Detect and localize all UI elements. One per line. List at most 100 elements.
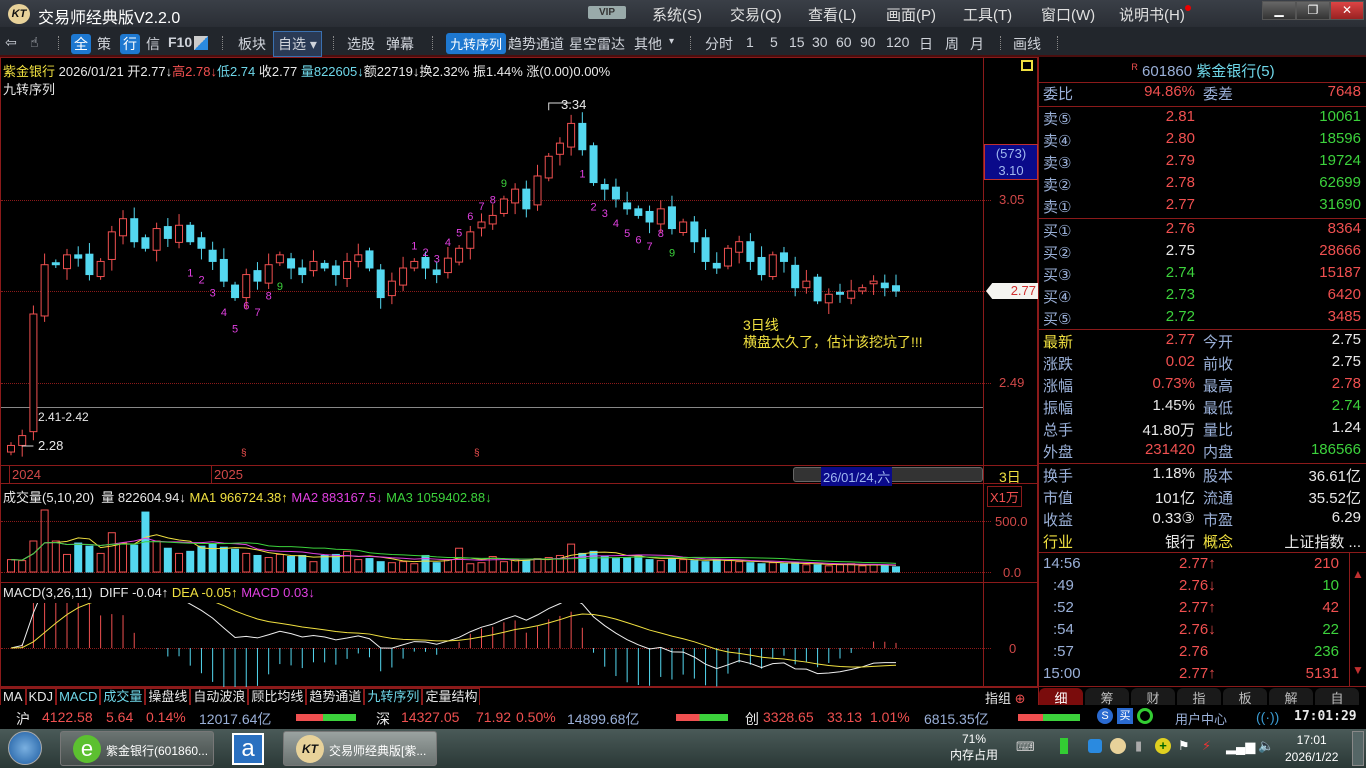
keyboard-icon[interactable]: ⌨ [1016,739,1035,755]
toolbar-strategy[interactable]: 策 [97,34,111,54]
tab-macd[interactable]: MACD [56,688,101,706]
volume-bar [309,561,318,573]
toolbar-barrage[interactable]: 弹幕 [386,34,414,54]
toolbar-f10[interactable]: F10 [168,34,192,50]
toolbar-all[interactable]: 全 [71,34,91,54]
watchlist-dropdown[interactable]: 自选 ▾ [273,31,322,57]
period-120[interactable]: 120 [886,34,909,50]
period-90[interactable]: 90 [860,34,876,50]
bid-price: 2.72 [1165,308,1195,325]
add-icon[interactable]: ⊕ [1015,691,1026,706]
candle-body [813,276,822,302]
vip-badge[interactable]: VIP [588,6,626,19]
taskbar-browser[interactable]: e 紫金银行(601860... [60,731,214,766]
menu-tools[interactable]: 工具(T) [963,4,1012,25]
bid-price: 2.74 [1165,264,1195,281]
tick-scrollbar[interactable]: ▲ ▼ [1349,553,1366,686]
volume-y-tick: 0.0 [1003,565,1022,580]
volume-bar [421,554,430,573]
candle-body [835,291,844,295]
toolbar-screener[interactable]: 选股 [347,34,375,54]
show-desktop-button[interactable] [1352,731,1364,766]
scroll-up-icon[interactable]: ▲ [1350,567,1366,581]
toolbar-td-sequence[interactable]: 九转序列 [446,33,507,54]
power-icon[interactable]: ⚡ [1202,738,1211,754]
kline-chart-area[interactable]: 紫金银行 2026/01/21 开2.77↓高2.78↓低2.74 收2.77 … [0,57,1038,688]
other-dropdown-icon[interactable]: ▾ [669,36,674,47]
tab-ma[interactable]: MA [0,688,26,706]
candle-body [365,250,374,269]
refresh-icon[interactable] [1137,708,1153,724]
volume-icon[interactable]: 🔈 [1258,738,1274,754]
tab-auto-wave[interactable]: 自动波浪 [190,688,249,706]
toggle-panel-icon[interactable] [1021,60,1033,71]
system-clock[interactable]: 17:01 2026/1/22 [1285,732,1338,766]
volume-bar [298,554,307,573]
period-15[interactable]: 15 [789,34,805,50]
tab-trend-channel[interactable]: 趋势通道 [306,688,365,706]
toolbar-other[interactable]: 其他 [634,34,662,54]
toolbar-radar[interactable]: 星空雷达 [569,34,625,54]
scroll-down-icon[interactable]: ▼ [1350,663,1366,677]
tick-volume: 236 [1313,643,1339,660]
tab-quant-structure[interactable]: 定量结构 [422,688,481,706]
menu-help[interactable]: 说明书(H) [1119,4,1185,25]
toolbar-info[interactable]: 信 [146,34,160,54]
note-text: 横盘太久了，估计该挖坑了!!! [743,334,923,350]
toolbar-quote[interactable]: 行 [120,34,140,54]
menu-window[interactable]: 窗口(W) [1041,4,1095,25]
hand-pointer-icon[interactable]: ☝ [30,34,39,51]
ask-price: 2.81 [1165,108,1195,125]
period-month[interactable]: 月 [970,34,984,54]
s-icon[interactable]: S [1097,708,1113,724]
tray-plus-icon[interactable]: + [1155,738,1171,754]
window-layout-icon[interactable] [194,36,208,50]
ask-volume: 31690 [1319,196,1361,213]
tab-trading-line[interactable]: 操盘线 [145,688,191,706]
period-day[interactable]: 日 [919,34,933,54]
close-button[interactable]: ✕ [1330,1,1364,20]
period-60[interactable]: 60 [836,34,852,50]
index-name: 深 [376,711,390,727]
back-icon[interactable]: ⇦ [5,34,17,51]
network-device-icon[interactable]: ▮ [1135,738,1142,754]
start-button[interactable] [8,731,42,765]
candle-body [197,237,206,249]
maximize-button[interactable]: ❐ [1296,1,1330,20]
tab-kdj[interactable]: KDJ [25,688,57,706]
period-label[interactable]: 3日 [999,467,1021,487]
toolbar-sector[interactable]: 板块 [238,34,266,54]
menu-screen[interactable]: 画面(P) [886,4,936,25]
buy-icon[interactable]: 买 [1117,708,1133,724]
period-1[interactable]: 1 [746,34,754,50]
taskbar-trader-app[interactable]: KT 交易师经典版[紫... [283,731,437,766]
menu-trade[interactable]: 交易(Q) [730,4,782,25]
updown-ratio-bar [296,714,356,721]
menu-view[interactable]: 查看(L) [808,4,856,25]
tab-volume[interactable]: 成交量 [100,688,146,706]
tab-guppy[interactable]: 顾比均线 [248,688,307,706]
toolbar-draw[interactable]: 画线 [1013,34,1041,54]
usb-icon[interactable] [1060,738,1068,754]
tab-td-sequence[interactable]: 九转序列 [364,688,423,706]
signal-bars-icon[interactable]: ▂▄▆ [1226,739,1255,755]
td-sequence-mark: 6 [635,234,641,246]
stat-label: 股本 [1203,468,1234,485]
candle-body [466,231,475,249]
menu-system[interactable]: 系统(S) [652,4,702,25]
tray-kt-icon[interactable] [1110,738,1126,754]
volume-bar [623,557,632,573]
toolbar-trend-channel[interactable]: 趋势通道 [508,34,564,54]
period-30[interactable]: 30 [812,34,828,50]
flag-icon[interactable]: ⚑ [1178,738,1190,754]
period-intraday[interactable]: 分时 [705,34,733,54]
tray-app-icon[interactable] [1088,739,1102,753]
period-week[interactable]: 周 [945,34,959,54]
minimize-button[interactable]: ▁ [1262,1,1296,20]
app-a-icon[interactable]: a [232,733,264,765]
td-sequence-mark: 5 [624,228,630,240]
bid-volume: 6420 [1327,286,1361,303]
stat-value: 101亿 [1154,490,1195,507]
user-center-link[interactable]: 用户中心 [1175,709,1227,728]
period-5[interactable]: 5 [770,34,778,50]
